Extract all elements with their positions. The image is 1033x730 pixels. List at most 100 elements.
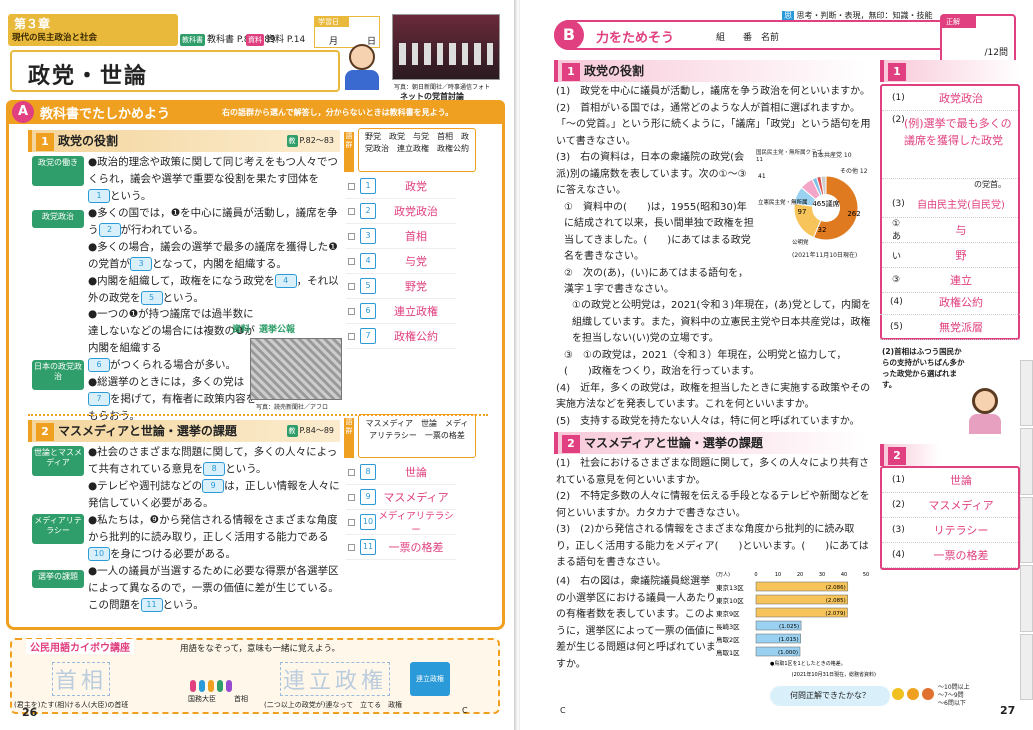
r-answer-2-header: 2	[880, 444, 940, 466]
grade-legend: 〜10問以上 〜7〜9問 〜6問以下	[938, 684, 970, 708]
s1-line-6: となって，内閣を組織する。	[152, 258, 287, 270]
trace-word-2-desc: (二つ以上の政党が)連なって 立てる 政権	[264, 701, 403, 709]
r-answer-row-3a[interactable]: ①あ 与	[882, 218, 1018, 243]
score-total: /12問	[984, 48, 1009, 58]
workbook-ref-text: 資料 P.14	[266, 35, 306, 45]
check-1[interactable]	[348, 182, 355, 190]
s1-line-2: という。	[110, 190, 152, 202]
neutral-face-icon	[907, 688, 919, 700]
check-4[interactable]	[348, 257, 355, 265]
bar-source: (2021年10月31日現在，総務省資料)	[792, 671, 876, 678]
date-month: 月	[329, 37, 339, 47]
check-6[interactable]	[348, 307, 355, 315]
chapter-tab-4[interactable]	[1020, 565, 1033, 632]
grade-label-1: 〜10問以上	[938, 684, 970, 691]
bar-category: 鳥取1区	[716, 648, 740, 657]
answer-row-5[interactable]: 5 野党	[346, 274, 456, 299]
answer-row-9[interactable]: 9 マスメディア	[346, 485, 456, 510]
sad-face-icon	[922, 688, 934, 700]
trace-word-2[interactable]: 連立政権	[280, 662, 391, 696]
s1-line-9: という。	[162, 292, 204, 304]
study-date-label: 学習日	[315, 17, 349, 27]
answer-row-6[interactable]: 6 連立政権	[346, 299, 456, 324]
coalition-icon: 連立政権	[410, 662, 450, 696]
question-1-4: (4) 近年，多くの政党は，政権を担当したときに実施する政策やその実施方法などを…	[556, 382, 871, 411]
check-11[interactable]	[348, 543, 355, 551]
blank-10[interactable]: 10	[88, 547, 110, 561]
r-ans2-label-3: (3)	[892, 525, 905, 535]
blank-8[interactable]: 8	[203, 462, 226, 476]
r-answer-row-3b[interactable]: い野	[882, 243, 1018, 268]
answer-7: 政権公約	[394, 330, 438, 343]
legend-icon: 思	[782, 11, 794, 20]
r-answer-row-4[interactable]: (4) 政権公約	[880, 290, 1020, 315]
answer-row-8[interactable]: 8 世論	[346, 460, 456, 485]
section-2-ref: P.84〜89	[299, 426, 334, 435]
check-5[interactable]	[348, 282, 355, 290]
r-answer-row-2-2[interactable]: (2) マスメディア	[882, 493, 1018, 518]
grade-faces	[892, 688, 934, 700]
chapter-tab-3[interactable]	[1020, 496, 1033, 564]
answer-num-8: 8	[360, 464, 376, 480]
s1-line-10: ●一つの❶が持つ議席では過半数に達しないなどの場合には複数の❶が内閣を組織する	[88, 308, 255, 354]
blank-7[interactable]: 7	[88, 392, 110, 406]
r-answer-row-2-3[interactable]: (3) リテラシー	[882, 518, 1018, 543]
r-ans-label-3b: い	[892, 251, 902, 262]
chapter-tab-2[interactable]	[1020, 428, 1033, 495]
section-b-header: 力をためそう 組 番 名前	[554, 20, 964, 50]
s2-line-6: を身につける必要がある。	[110, 548, 236, 560]
side-label-public-opinion: 世論とマスメディア	[32, 446, 84, 476]
r-answer-row-3[interactable]: (3) 自由民主党(自民党)	[882, 190, 1018, 218]
answer-row-11[interactable]: 11 一票の格差	[346, 535, 456, 560]
side-label-election-issues: 選挙の課題	[32, 570, 84, 588]
s1-line-12: がつくられる場合が多い。	[110, 359, 236, 371]
answer-row-4[interactable]: 4 与党	[346, 249, 456, 274]
chapter-tab-1[interactable]	[1020, 360, 1033, 427]
blank-5[interactable]: 5	[140, 291, 163, 305]
check-3[interactable]	[348, 232, 355, 240]
blank-4[interactable]: 4	[274, 274, 297, 288]
r-answer-row-2[interactable]: (2) (例)選挙で最も多くの議席を獲得した政党	[882, 111, 1018, 179]
r-answer-row-1[interactable]: (1) 政党政治	[882, 86, 1018, 111]
chapter-tab-5[interactable]	[1020, 633, 1033, 701]
section-a-title: 教科書でたしかめよう	[40, 107, 171, 122]
blank-3[interactable]: 3	[130, 257, 152, 271]
r-answer-row-5[interactable]: (5) 無党派層	[880, 315, 1020, 340]
check-9[interactable]	[348, 493, 355, 501]
check-7[interactable]	[348, 332, 355, 340]
chapter-subtitle: 現代の民主政治と社会	[12, 33, 98, 43]
name-field[interactable]: 組 番 名前	[716, 30, 779, 43]
blank-6[interactable]: 6	[88, 358, 110, 372]
word-bank-2: マスメディア 世論 メディアリテラシー 一票の格差	[358, 414, 476, 458]
score-box[interactable]: 正解 /12問	[940, 14, 1016, 64]
blank-11[interactable]: 11	[140, 598, 163, 612]
check-8[interactable]	[348, 468, 355, 476]
r-answer-2-suffix: の党首。	[974, 180, 1006, 189]
blank-2[interactable]: 2	[98, 223, 121, 237]
answer-row-1[interactable]: 1 政党	[346, 174, 456, 199]
section-2-body: ●社会のさまざまな問題に関して，多くの人々によって共有されている意見を 8 という。…	[88, 444, 340, 614]
trace-word-1[interactable]: 首相	[52, 662, 111, 696]
answer-3: 首相	[405, 230, 427, 243]
answer-row-7[interactable]: 7 政権公約	[346, 324, 456, 349]
bar-category: 東京13区	[716, 583, 744, 592]
answer-row-10[interactable]: 10 メディアリテラシー	[346, 510, 456, 536]
answer-1: 政党	[405, 180, 427, 193]
r-answer-row-2-4[interactable]: (4) 一票の格差	[882, 543, 1018, 568]
r-answer-2-number: 2	[888, 447, 906, 465]
bar-value-label: (1.025)	[779, 624, 799, 630]
blank-9[interactable]: 9	[202, 479, 225, 493]
answer-num-9: 9	[360, 489, 376, 505]
pie-label-97: 97	[798, 208, 807, 216]
r-answer-row-2-1[interactable]: (1) 世論	[882, 468, 1018, 493]
pie-label-262: 262	[847, 210, 860, 218]
s2-line-2: という。	[225, 463, 267, 475]
debate-photo	[392, 14, 500, 80]
section-a-hint: 右の語群から選んで解答し，分からないときは教科書を見よう。	[222, 108, 454, 117]
check-2[interactable]	[348, 207, 355, 215]
blank-1[interactable]: 1	[88, 189, 110, 203]
answer-row-2[interactable]: 2 政党政治	[346, 199, 456, 224]
check-10[interactable]	[348, 518, 355, 526]
answer-row-3[interactable]: 3 首相	[346, 224, 456, 249]
pie-center-label: 465議席	[812, 199, 839, 208]
